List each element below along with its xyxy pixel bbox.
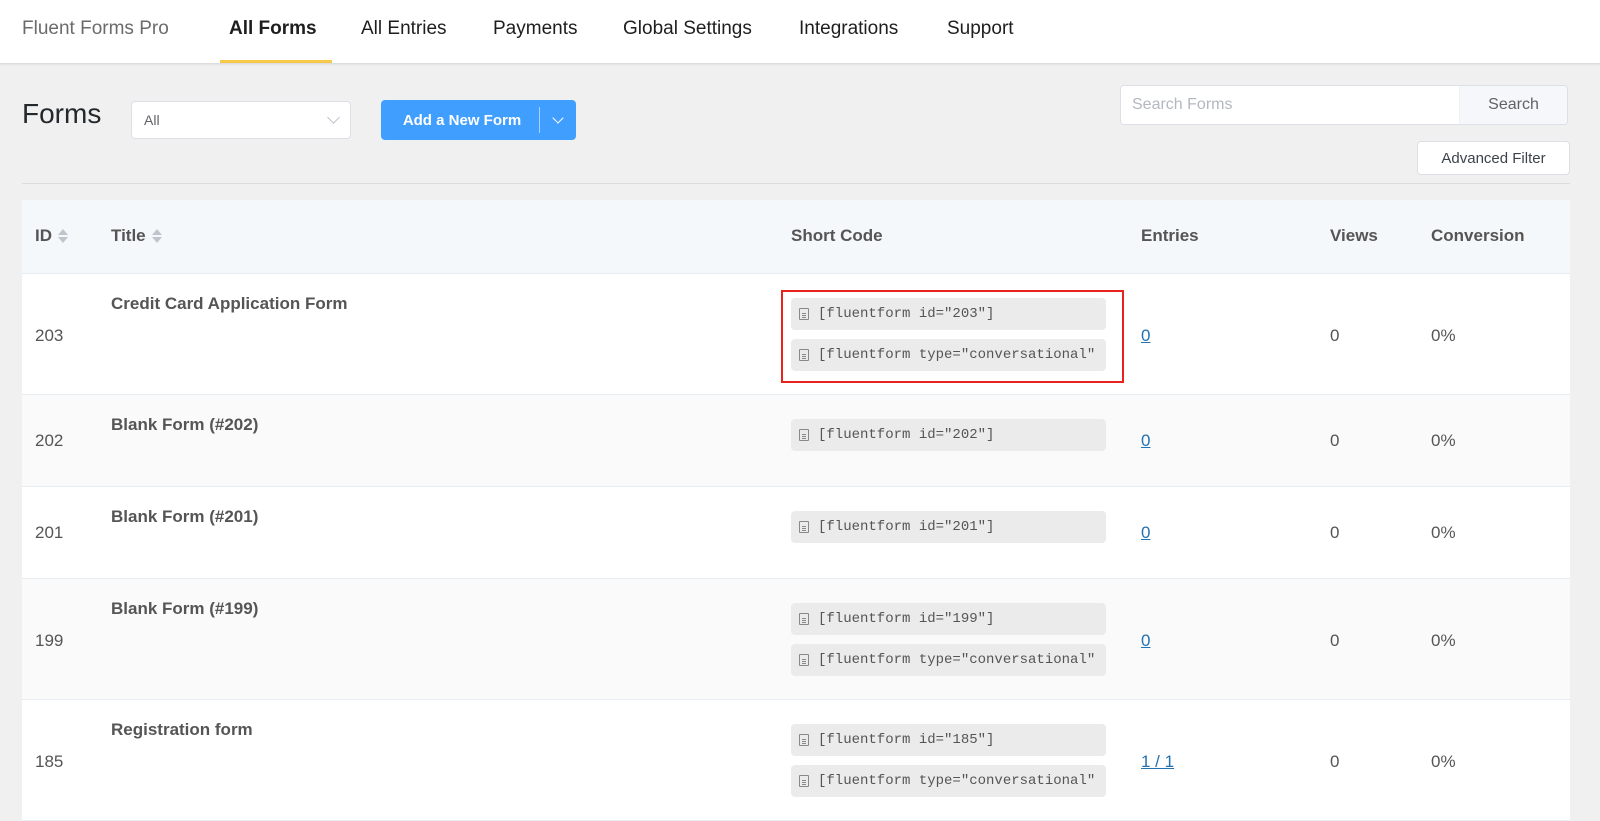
nav-all-entries[interactable]: All Entries xyxy=(361,18,447,40)
column-header-id[interactable]: ID xyxy=(35,226,68,246)
column-header-entries: Entries xyxy=(1141,226,1199,245)
shortcode-text: [fluentform id="185"] xyxy=(818,732,995,748)
views-count: 0 xyxy=(1330,431,1340,450)
shortcode-list: [fluentform id="199"] [fluentform type="… xyxy=(791,603,1106,676)
form-title[interactable]: Registration form xyxy=(111,720,253,740)
conversion-rate: 0% xyxy=(1431,631,1456,650)
shortcode-list: [fluentform id="202"] xyxy=(791,419,1106,451)
column-header-short-code: Short Code xyxy=(791,226,883,245)
document-icon xyxy=(799,613,809,625)
shortcode-chip[interactable]: [fluentform id="202"] xyxy=(791,419,1106,451)
form-type-filter-select[interactable]: All xyxy=(131,101,351,139)
entries-link[interactable]: 0 xyxy=(1141,523,1150,543)
form-id: 201 xyxy=(35,523,64,542)
conversion-rate: 0% xyxy=(1431,752,1456,771)
table-row: 199 Blank Form (#199) [fluentform id="19… xyxy=(22,579,1570,700)
entries-link[interactable]: 0 xyxy=(1141,431,1150,451)
shortcode-text: [fluentform type="conversational" xyxy=(818,652,1096,668)
nav-support[interactable]: Support xyxy=(947,18,1014,40)
nav-integrations[interactable]: Integrations xyxy=(799,18,898,40)
nav-global-settings[interactable]: Global Settings xyxy=(623,18,752,40)
shortcode-text: [fluentform id="203"] xyxy=(818,306,995,322)
document-icon xyxy=(799,734,809,746)
shortcode-chip[interactable]: [fluentform id="203"] xyxy=(791,298,1106,330)
document-icon xyxy=(799,429,809,441)
column-header-conversion: Conversion xyxy=(1431,226,1525,245)
brand-name: Fluent Forms Pro xyxy=(22,18,169,39)
shortcode-text: [fluentform id="199"] xyxy=(818,611,995,627)
conversion-rate: 0% xyxy=(1431,326,1456,345)
search-group: Search xyxy=(1120,85,1568,125)
table-row: 203 Credit Card Application Form [fluent… xyxy=(22,274,1570,395)
chevron-down-icon xyxy=(327,111,340,124)
shortcode-chip[interactable]: [fluentform type="conversational" xyxy=(791,644,1106,676)
search-forms-input[interactable] xyxy=(1121,86,1459,124)
shortcode-list: [fluentform id="185"] [fluentform type="… xyxy=(791,724,1106,797)
document-icon xyxy=(799,308,809,320)
shortcode-chip[interactable]: [fluentform type="conversational" xyxy=(791,339,1106,371)
form-title[interactable]: Credit Card Application Form xyxy=(111,294,347,314)
shortcode-list: [fluentform id="203"] [fluentform type="… xyxy=(791,298,1106,371)
chevron-down-icon xyxy=(552,111,564,124)
form-id: 202 xyxy=(35,431,64,450)
conversion-rate: 0% xyxy=(1431,431,1456,450)
column-label: ID xyxy=(35,226,52,245)
views-count: 0 xyxy=(1330,752,1340,771)
document-icon xyxy=(799,775,809,787)
form-id: 185 xyxy=(35,752,64,771)
shortcode-text: [fluentform id="202"] xyxy=(818,427,995,443)
active-tab-indicator xyxy=(220,60,332,63)
form-title[interactable]: Blank Form (#199) xyxy=(111,599,258,619)
form-id: 203 xyxy=(35,326,64,345)
entries-link[interactable]: 1 / 1 xyxy=(1141,752,1174,772)
advanced-filter-button[interactable]: Advanced Filter xyxy=(1417,141,1570,175)
add-form-dropdown-toggle[interactable] xyxy=(540,100,576,140)
entries-link[interactable]: 0 xyxy=(1141,631,1150,651)
sort-icon[interactable] xyxy=(151,229,162,243)
column-label: Title xyxy=(111,226,146,245)
table-header: ID Title Short Code Entries Views Conver… xyxy=(22,200,1570,274)
column-header-title[interactable]: Title xyxy=(111,226,162,246)
top-navigation: Fluent Forms Pro All Forms All Entries P… xyxy=(0,0,1600,64)
shortcode-chip[interactable]: [fluentform type="conversational" xyxy=(791,765,1106,797)
table-row: 202 Blank Form (#202) [fluentform id="20… xyxy=(22,395,1570,487)
form-id: 199 xyxy=(35,631,64,650)
sort-icon[interactable] xyxy=(58,229,68,243)
views-count: 0 xyxy=(1330,523,1340,542)
table-row: 201 Blank Form (#201) [fluentform id="20… xyxy=(22,487,1570,579)
document-icon xyxy=(799,654,809,666)
page-title: Forms xyxy=(22,98,102,129)
document-icon xyxy=(799,349,809,361)
shortcode-text: [fluentform id="201"] xyxy=(818,519,995,535)
forms-table: ID Title Short Code Entries Views Conver… xyxy=(22,200,1570,821)
nav-payments[interactable]: Payments xyxy=(493,18,577,40)
add-new-form-button[interactable]: Add a New Form xyxy=(381,112,539,129)
table-row: 185 Registration form [fluentform id="18… xyxy=(22,700,1570,821)
header-divider xyxy=(22,183,1570,184)
filter-selected-value: All xyxy=(144,112,160,128)
conversion-rate: 0% xyxy=(1431,523,1456,542)
shortcode-chip[interactable]: [fluentform id="185"] xyxy=(791,724,1106,756)
document-icon xyxy=(799,521,809,533)
shortcode-chip[interactable]: [fluentform id="199"] xyxy=(791,603,1106,635)
column-header-views: Views xyxy=(1330,226,1378,245)
entries-link[interactable]: 0 xyxy=(1141,326,1150,346)
shortcode-text: [fluentform type="conversational" xyxy=(818,347,1096,363)
views-count: 0 xyxy=(1330,326,1340,345)
nav-all-forms[interactable]: All Forms xyxy=(229,18,317,40)
views-count: 0 xyxy=(1330,631,1340,650)
form-title[interactable]: Blank Form (#202) xyxy=(111,415,258,435)
shortcode-text: [fluentform type="conversational" xyxy=(818,773,1096,789)
shortcode-chip[interactable]: [fluentform id="201"] xyxy=(791,511,1106,543)
search-button[interactable]: Search xyxy=(1459,86,1567,124)
shortcode-list: [fluentform id="201"] xyxy=(791,511,1106,543)
form-title[interactable]: Blank Form (#201) xyxy=(111,507,258,527)
add-new-form-button-group: Add a New Form xyxy=(381,100,576,140)
